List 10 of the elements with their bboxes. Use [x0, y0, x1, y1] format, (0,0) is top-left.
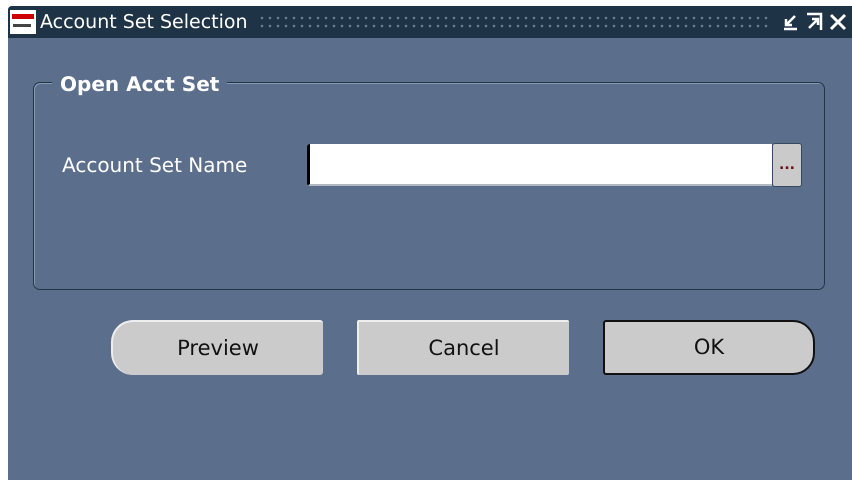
- window-title: Account Set Selection: [40, 10, 248, 35]
- account-set-name-field[interactable]: [307, 144, 772, 186]
- close-icon[interactable]: [828, 12, 848, 32]
- dialog-button[interactable]: Preview: [111, 320, 323, 375]
- dialog-button[interactable]: OK: [603, 320, 815, 375]
- field-label: Account Set Name: [62, 152, 248, 179]
- dialog-button[interactable]: Cancel: [357, 320, 569, 375]
- list-of-values-button[interactable]: ...: [772, 143, 802, 187]
- maximize-icon[interactable]: [804, 12, 824, 32]
- logo-icon: [10, 10, 36, 34]
